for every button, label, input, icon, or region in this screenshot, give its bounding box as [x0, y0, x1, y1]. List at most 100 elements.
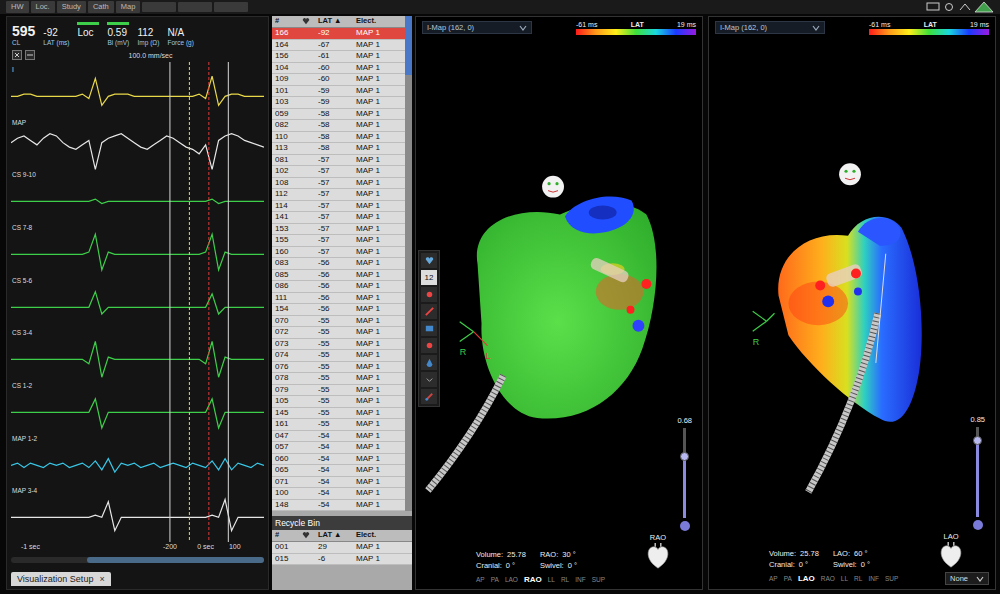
tool-button[interactable] — [421, 253, 437, 268]
table-row[interactable]: 079 -55 MAP 1 — [272, 385, 405, 397]
table-row[interactable]: 153 -57 MAP 1 — [272, 224, 405, 236]
table-row[interactable]: 145 -55 MAP 1 — [272, 408, 405, 420]
ablation-point[interactable] — [641, 279, 651, 289]
view-preset[interactable]: LL — [841, 575, 848, 582]
table-row[interactable]: 085 -56 MAP 1 — [272, 270, 405, 282]
tool-button[interactable] — [421, 355, 437, 370]
view-preset[interactable]: AP — [769, 575, 778, 582]
time-marker[interactable] — [169, 62, 170, 542]
opacity-slider[interactable]: 0.85 — [970, 415, 985, 530]
tag-point[interactable] — [632, 320, 644, 332]
view-preset[interactable]: INF — [575, 576, 585, 583]
view-preset[interactable]: RAO — [821, 575, 835, 582]
table-row[interactable]: 111 -56 MAP 1 — [272, 293, 405, 305]
view-preset[interactable]: RAO — [524, 575, 542, 584]
table-row[interactable]: 113 -58 MAP 1 — [272, 143, 405, 155]
table-row[interactable]: 161 -55 MAP 1 — [272, 419, 405, 431]
tool-button[interactable] — [421, 372, 437, 387]
table-row[interactable]: 072 -55 MAP 1 — [272, 327, 405, 339]
tools-icon[interactable] — [958, 2, 972, 12]
table-row[interactable]: 082 -58 MAP 1 — [272, 120, 405, 132]
map-selector[interactable]: I-Map (162, 0) — [715, 21, 825, 34]
zoom-icon[interactable] — [12, 50, 22, 60]
table-row[interactable]: 083 -56 MAP 1 — [272, 258, 405, 270]
table-row[interactable]: 166 -92 MAP 1 — [272, 28, 405, 40]
table-row[interactable]: 081 -57 MAP 1 — [272, 155, 405, 167]
table-row[interactable]: 047 -54 MAP 1 — [272, 431, 405, 443]
table-row[interactable]: 156 -61 MAP 1 — [272, 51, 405, 63]
tool-button[interactable] — [421, 287, 437, 302]
toolbar-tab[interactable]: Study — [57, 1, 86, 13]
table-row[interactable]: 102 -57 MAP 1 — [272, 166, 405, 178]
table-row[interactable]: 001 29 MAP 1 — [272, 542, 412, 554]
visualization-setup-tab[interactable]: Visualization Setup × — [11, 572, 111, 586]
anatomy-map[interactable]: R — [709, 35, 995, 532]
table-row[interactable]: 109 -60 MAP 1 — [272, 74, 405, 86]
tool-button[interactable] — [421, 304, 437, 319]
table-row[interactable]: 100 -54 MAP 1 — [272, 488, 405, 500]
tag-point[interactable] — [822, 295, 834, 307]
monitor-icon[interactable] — [926, 2, 940, 12]
column-header[interactable]: Elect. — [353, 16, 405, 27]
column-header[interactable] — [299, 530, 315, 541]
column-header[interactable]: LAT ▲ — [315, 16, 353, 27]
table-row[interactable]: 060 -54 MAP 1 — [272, 454, 405, 466]
view-orientation[interactable]: RAO — [644, 533, 672, 570]
table-row[interactable]: 105 -55 MAP 1 — [272, 396, 405, 408]
table-row[interactable]: 154 -56 MAP 1 — [272, 304, 405, 316]
view-preset[interactable]: PA — [784, 575, 792, 582]
close-button[interactable]: × — [99, 574, 104, 584]
table-row[interactable]: 104 -60 MAP 1 — [272, 63, 405, 75]
view-preset[interactable]: LL — [548, 576, 555, 583]
table-row[interactable]: 103 -59 MAP 1 — [272, 97, 405, 109]
table-row[interactable]: 059 -58 MAP 1 — [272, 109, 405, 121]
table-row[interactable]: 112 -57 MAP 1 — [272, 189, 405, 201]
settings-icon[interactable] — [942, 2, 956, 12]
column-header[interactable]: Elect. — [353, 530, 412, 541]
view-preset[interactable]: AP — [476, 576, 485, 583]
table-row[interactable]: 110 -58 MAP 1 — [272, 132, 405, 144]
table-row[interactable]: 141 -57 MAP 1 — [272, 212, 405, 224]
view-preset[interactable]: RL — [561, 576, 569, 583]
toolbar-tab[interactable]: HW — [6, 1, 29, 13]
table-row[interactable]: 160 -57 MAP 1 — [272, 247, 405, 259]
time-scrollbar[interactable] — [11, 557, 264, 563]
tool-button[interactable] — [421, 321, 437, 336]
toolbar-button[interactable] — [214, 2, 248, 12]
ablation-point[interactable] — [851, 269, 861, 279]
toolbar-tab[interactable]: Map — [116, 1, 141, 13]
column-header[interactable]: # — [272, 530, 299, 541]
anatomy-map[interactable]: RL — [416, 35, 702, 533]
slider-knob[interactable] — [680, 452, 689, 461]
view-preset[interactable]: RL — [854, 575, 862, 582]
time-marker[interactable] — [208, 62, 209, 542]
slider-end-button[interactable] — [973, 520, 983, 530]
slider-end-button[interactable] — [680, 521, 690, 531]
table-row[interactable]: 074 -55 MAP 1 — [272, 350, 405, 362]
tool-button[interactable] — [421, 338, 437, 353]
column-header[interactable]: # — [272, 16, 299, 27]
table-row[interactable]: 065 -54 MAP 1 — [272, 465, 405, 477]
table-scrollbar[interactable] — [405, 16, 412, 511]
table-row[interactable]: 071 -54 MAP 1 — [272, 477, 405, 489]
column-header[interactable]: LAT ▲ — [315, 530, 353, 541]
table-row[interactable]: 086 -56 MAP 1 — [272, 281, 405, 293]
view-preset[interactable]: SUP — [885, 575, 898, 582]
layout-icon[interactable] — [25, 50, 35, 60]
table-row[interactable]: 073 -55 MAP 1 — [272, 339, 405, 351]
tool-button[interactable] — [421, 389, 437, 404]
opacity-slider[interactable]: 0.68 — [677, 416, 692, 531]
view-preset[interactable]: PA — [491, 576, 499, 583]
slider-knob[interactable] — [973, 436, 982, 445]
toolbar-button[interactable] — [142, 2, 176, 12]
column-header[interactable] — [299, 16, 315, 27]
map-selector[interactable]: I-Map (162, 0) — [422, 21, 532, 34]
table-row[interactable]: 108 -57 MAP 1 — [272, 178, 405, 190]
table-row[interactable]: 057 -54 MAP 1 — [272, 442, 405, 454]
map-view[interactable]: I-Map (162, 0) -61 ms LAT 19 ms RL 12 0.… — [415, 16, 703, 590]
table-row[interactable]: 114 -57 MAP 1 — [272, 201, 405, 213]
time-marker[interactable] — [189, 62, 190, 542]
ablation-point[interactable] — [627, 306, 635, 314]
table-row[interactable]: 078 -55 MAP 1 — [272, 373, 405, 385]
view-preset[interactable]: LAO — [798, 574, 815, 583]
